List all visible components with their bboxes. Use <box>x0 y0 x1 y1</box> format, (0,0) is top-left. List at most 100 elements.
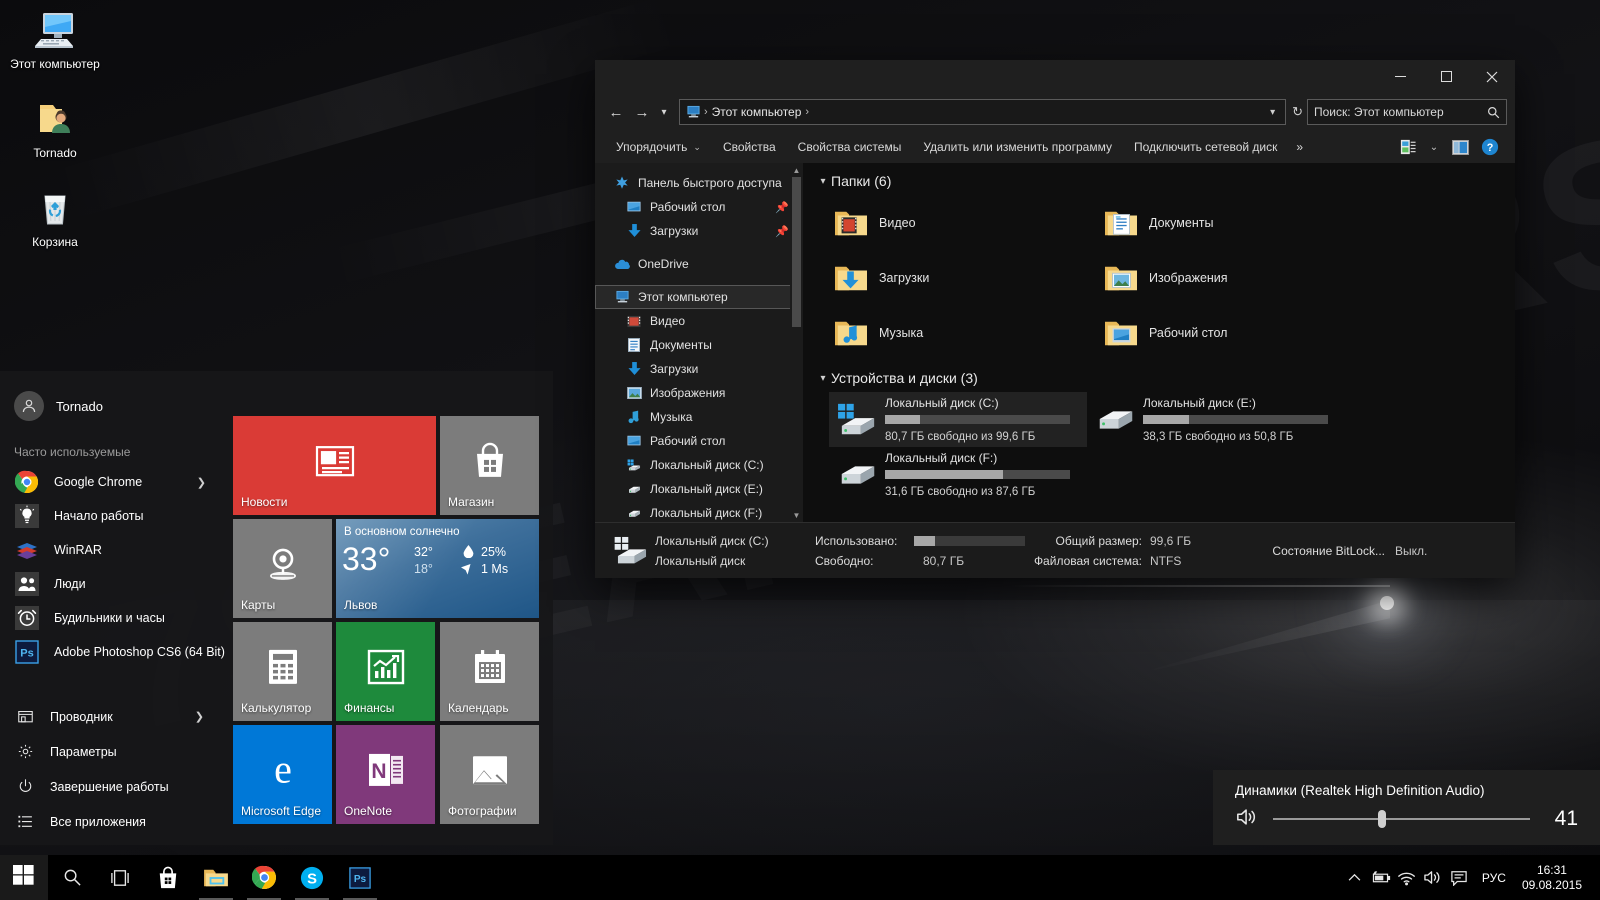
breadcrumb-separator-2[interactable]: › <box>804 106 810 118</box>
toolbar-system-properties[interactable]: Свойства системы <box>787 135 913 159</box>
start-app-winrar[interactable]: WinRAR <box>0 533 232 567</box>
chevron-down-icon[interactable]: ▾ <box>815 176 831 187</box>
volume-slider-thumb[interactable] <box>1378 810 1386 828</box>
start-user-account[interactable]: Tornado <box>0 383 232 429</box>
nav-drive-c[interactable]: Локальный диск (C:) <box>595 453 803 477</box>
drive-item-f[interactable]: Локальный диск (F:) 31,6 ГБ свободно из … <box>829 447 1087 502</box>
start-app-google-chrome[interactable]: Google Chrome ❯ <box>0 465 232 499</box>
language-indicator[interactable]: РУС <box>1472 855 1516 900</box>
scroll-down-icon[interactable]: ▼ <box>790 508 803 522</box>
minimize-button[interactable] <box>1377 60 1423 93</box>
drives-group-header[interactable]: ▾ Устройства и диски (3) <box>815 370 1515 386</box>
close-button[interactable] <box>1469 60 1515 93</box>
nav-quick-access[interactable]: Панель быстрого доступа <box>595 171 803 195</box>
nav-desktop[interactable]: Рабочий стол 📌 <box>595 195 803 219</box>
scroll-up-icon[interactable]: ▲ <box>790 163 803 177</box>
folder-item-videos[interactable]: Видео <box>829 195 1099 250</box>
toolbar-map-network-drive[interactable]: Подключить сетевой диск <box>1123 135 1288 159</box>
folder-item-desktop[interactable]: Рабочий стол <box>1099 305 1369 360</box>
nav-onedrive[interactable]: OneDrive <box>595 252 803 276</box>
start-item-all-apps[interactable]: Все приложения <box>0 804 232 839</box>
nav-videos[interactable]: Видео <box>595 309 803 333</box>
nav-pictures[interactable]: Изображения <box>595 381 803 405</box>
forward-button[interactable]: → <box>629 99 655 125</box>
start-app-photoshop[interactable]: Ps Adobe Photoshop CS6 (64 Bit) <box>0 635 232 669</box>
taskbar-task-view-button[interactable] <box>96 855 144 900</box>
taskbar-skype-button[interactable]: S <box>288 855 336 900</box>
folder-item-downloads[interactable]: Загрузки <box>829 250 1099 305</box>
tile-finance[interactable]: Финансы <box>336 622 435 721</box>
nav-downloads-quick[interactable]: Загрузки 📌 <box>595 219 803 243</box>
maximize-button[interactable] <box>1423 60 1469 93</box>
drive-item-c[interactable]: Локальный диск (C:) 80,7 ГБ свободно из … <box>829 392 1087 447</box>
taskbar-file-explorer-button[interactable] <box>192 855 240 900</box>
window-titlebar[interactable] <box>595 60 1515 93</box>
nav-downloads[interactable]: Загрузки <box>595 357 803 381</box>
start-app-get-started[interactable]: Начало работы <box>0 499 232 533</box>
speaker-icon[interactable] <box>1420 855 1446 900</box>
recent-locations-button[interactable]: ▾ <box>655 99 673 125</box>
view-dropdown-icon[interactable]: ⌄ <box>1423 135 1445 159</box>
speaker-icon[interactable] <box>1235 806 1259 833</box>
desktop-icon-this-pc[interactable]: Этот компьютер <box>0 6 110 71</box>
tile-microsoft-edge[interactable]: e Microsoft Edge <box>233 725 332 824</box>
nav-this-pc[interactable]: Этот компьютер <box>595 285 803 309</box>
toolbar-organize[interactable]: Упорядочить⌄ <box>605 135 712 159</box>
pin-icon[interactable]: 📌 <box>775 225 789 238</box>
chevron-up-icon[interactable] <box>1342 855 1368 900</box>
start-app-alarms-clock[interactable]: Будильники и часы <box>0 601 232 635</box>
toolbar-properties[interactable]: Свойства <box>712 135 787 159</box>
desktop-icon-recycle-bin[interactable]: Корзина <box>0 184 110 249</box>
start-item-shutdown[interactable]: Завершение работы <box>0 769 232 804</box>
desktop-icon-user-folder[interactable]: Tornado <box>0 95 110 160</box>
volume-slider[interactable] <box>1273 818 1530 820</box>
taskbar-chrome-button[interactable] <box>240 855 288 900</box>
drive-item-e[interactable]: Локальный диск (E:) 38,3 ГБ свободно из … <box>1087 392 1345 447</box>
chevron-right-icon[interactable]: ❯ <box>197 476 206 489</box>
preview-pane-icon[interactable] <box>1445 135 1475 159</box>
chevron-right-icon[interactable]: ❯ <box>195 710 204 723</box>
nav-pane-scrollbar[interactable]: ▲ ▼ <box>790 163 803 522</box>
help-icon[interactable]: ? <box>1475 135 1505 159</box>
tile-maps[interactable]: Карты <box>233 519 332 618</box>
start-button[interactable] <box>0 855 48 900</box>
battery-icon[interactable] <box>1368 855 1394 900</box>
folder-item-music[interactable]: Музыка <box>829 305 1099 360</box>
refresh-button[interactable]: ↻ <box>1292 104 1307 120</box>
start-item-file-explorer[interactable]: Проводник ❯ <box>0 699 232 734</box>
taskbar-search-button[interactable] <box>48 855 96 900</box>
start-app-people[interactable]: Люди <box>0 567 232 601</box>
folders-group-header[interactable]: ▾ Папки (6) <box>815 173 1515 189</box>
tile-weather[interactable]: В основном солнечно 33° 32° 18° 25% 1 Ms… <box>336 519 539 618</box>
tile-news[interactable]: Новости <box>233 416 436 515</box>
wifi-icon[interactable] <box>1394 855 1420 900</box>
address-bar[interactable]: › Этот компьютер › ▾ <box>679 99 1286 125</box>
view-options-icon[interactable] <box>1393 135 1423 159</box>
nav-drive-f[interactable]: Локальный диск (F:) <box>595 501 803 522</box>
tile-calendar[interactable]: Календарь <box>440 622 539 721</box>
toolbar-overflow[interactable]: » <box>1288 135 1311 159</box>
address-dropdown-icon[interactable]: ▾ <box>1264 107 1281 118</box>
folder-item-documents[interactable]: Документы <box>1099 195 1369 250</box>
nav-drive-e[interactable]: Локальный диск (E:) <box>595 477 803 501</box>
folder-item-pictures[interactable]: Изображения <box>1099 250 1369 305</box>
tile-store[interactable]: Магазин <box>440 416 539 515</box>
taskbar-store-button[interactable] <box>144 855 192 900</box>
tile-calculator[interactable]: Калькулятор <box>233 622 332 721</box>
tile-photos[interactable]: Фотографии <box>440 725 539 824</box>
search-input[interactable]: Поиск: Этот компьютер <box>1314 105 1487 119</box>
nav-desktop-2[interactable]: Рабочий стол <box>595 429 803 453</box>
taskbar-photoshop-button[interactable]: Ps <box>336 855 384 900</box>
chevron-down-icon[interactable]: ▾ <box>815 373 831 384</box>
search-box[interactable]: Поиск: Этот компьютер <box>1307 99 1507 125</box>
clock[interactable]: 16:31 09.08.2015 <box>1516 855 1594 900</box>
start-item-settings[interactable]: Параметры <box>0 734 232 769</box>
toolbar-uninstall-change-program[interactable]: Удалить или изменить программу <box>912 135 1123 159</box>
pin-icon[interactable]: 📌 <box>775 201 789 214</box>
action-center-icon[interactable] <box>1446 855 1472 900</box>
tile-onenote[interactable]: N OneNote <box>336 725 435 824</box>
scrollbar-thumb[interactable] <box>792 177 801 327</box>
back-button[interactable]: ← <box>603 99 629 125</box>
breadcrumb-this-pc[interactable]: Этот компьютер <box>709 105 805 119</box>
nav-music[interactable]: Музыка <box>595 405 803 429</box>
